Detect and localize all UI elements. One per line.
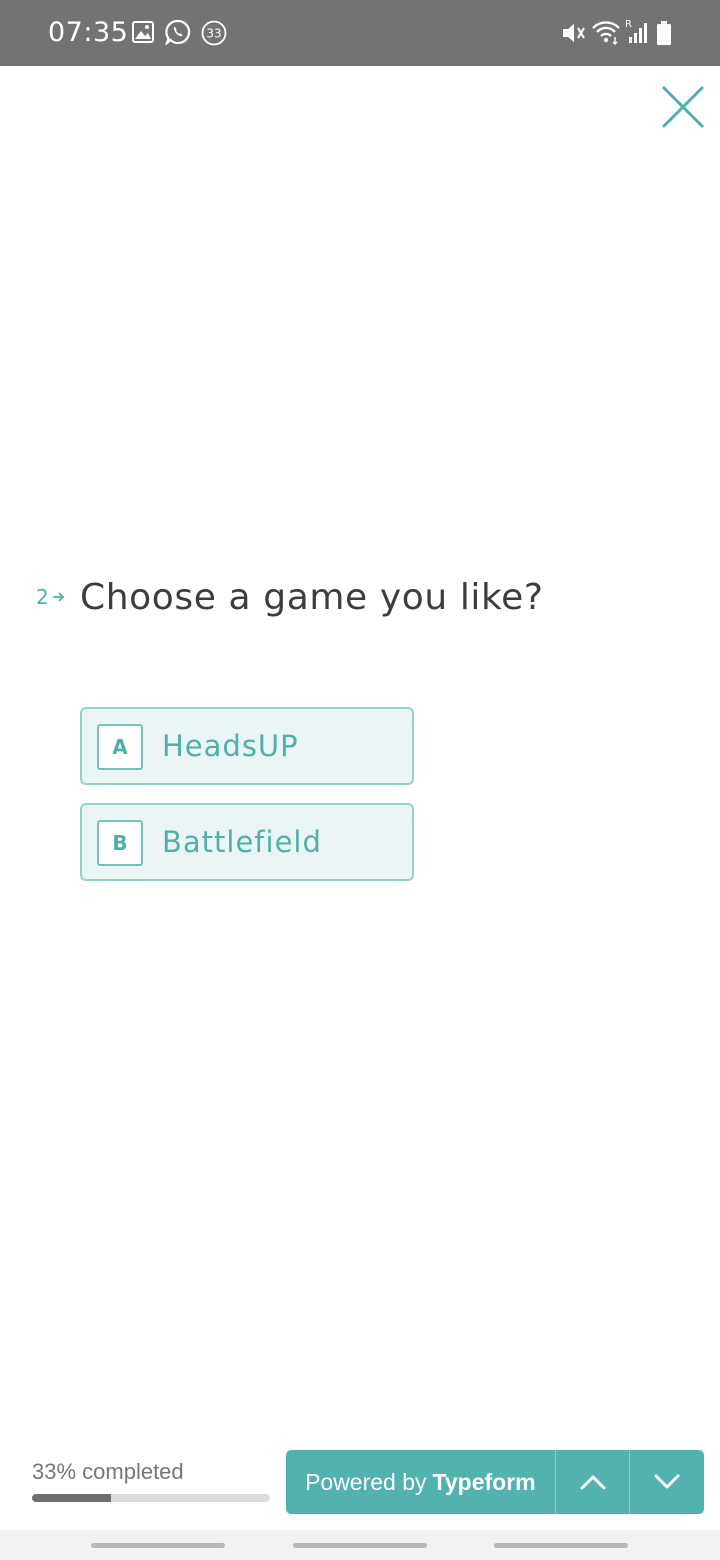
- typeform-bar: Powered by Typeform: [286, 1450, 704, 1514]
- mute-icon: [560, 21, 586, 51]
- chevron-up-icon: [580, 1475, 606, 1490]
- nav-home-button[interactable]: [293, 1543, 427, 1548]
- previous-question-button[interactable]: [554, 1450, 630, 1514]
- option-key-a: A: [97, 724, 143, 770]
- progress-bar: [32, 1494, 270, 1502]
- option-label-a: HeadsUP: [162, 729, 299, 763]
- close-button[interactable]: [660, 84, 706, 130]
- status-bar: 07:35 33 R: [0, 0, 720, 66]
- powered-by-typeform-link[interactable]: Powered by Typeform: [286, 1450, 555, 1514]
- whatsapp-icon: [165, 19, 191, 49]
- typeform-brand: Typeform: [432, 1468, 536, 1495]
- nav-recents-button[interactable]: [91, 1543, 225, 1548]
- notification-count-icon: 33: [201, 20, 227, 50]
- signal-icon: R: [624, 18, 650, 48]
- question-number-text: 2: [36, 585, 49, 609]
- option-label-b: Battlefield: [162, 825, 322, 859]
- gallery-icon: [132, 21, 154, 51]
- nav-back-button[interactable]: [494, 1543, 628, 1548]
- question-number: 2: [36, 585, 65, 609]
- close-icon: [662, 86, 704, 128]
- system-nav-bar: [0, 1530, 720, 1560]
- powered-by-prefix: Powered by: [305, 1468, 427, 1495]
- chevron-down-icon: [654, 1474, 680, 1489]
- status-time: 07:35: [48, 17, 129, 48]
- next-question-button[interactable]: [629, 1450, 704, 1514]
- option-a[interactable]: A HeadsUP: [80, 707, 414, 785]
- option-key-b: B: [97, 820, 143, 866]
- svg-text:R: R: [625, 19, 632, 30]
- question-text: Choose a game you like?: [80, 577, 544, 618]
- wifi-icon: [591, 19, 621, 49]
- battery-icon: [655, 20, 673, 50]
- progress-fill: [32, 1494, 111, 1502]
- arrow-right-icon: [52, 592, 65, 602]
- notification-count: 33: [206, 27, 221, 41]
- progress-text: 33% completed: [32, 1459, 184, 1484]
- option-b[interactable]: B Battlefield: [80, 803, 414, 881]
